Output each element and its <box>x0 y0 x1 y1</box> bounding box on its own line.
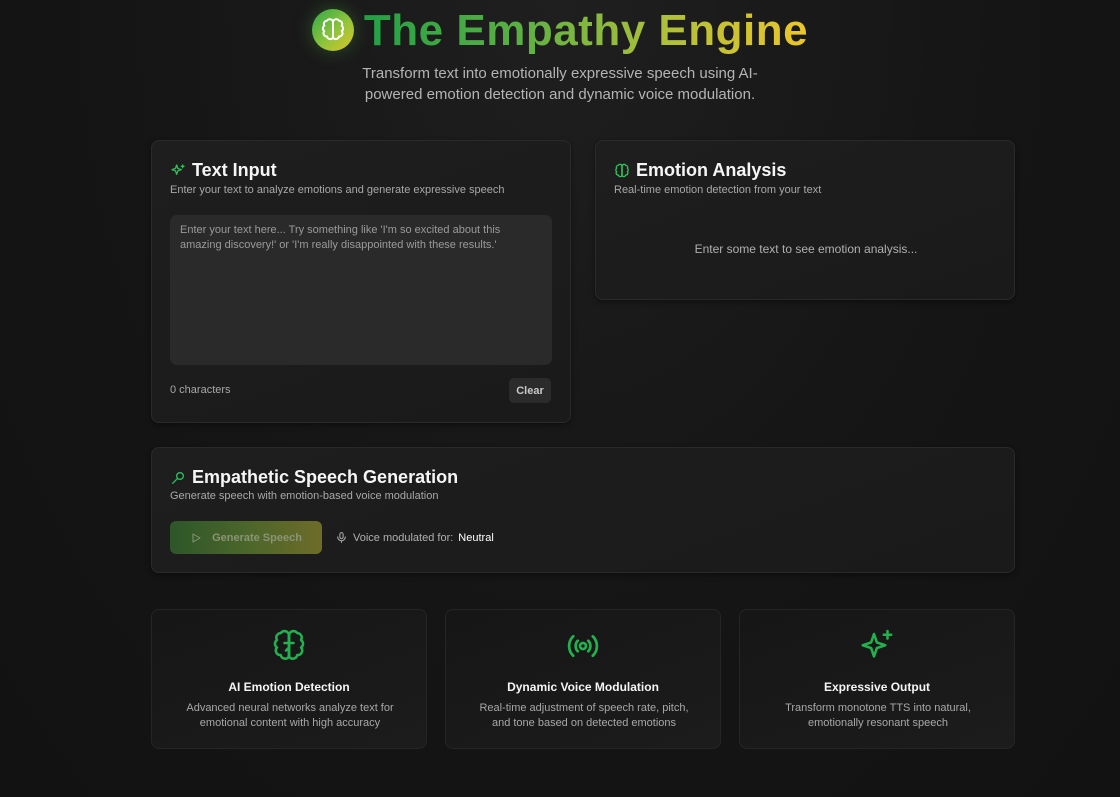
logo <box>311 9 354 51</box>
feature-card-voice-modulation: Dynamic Voice Modulation Real-time adjus… <box>445 609 721 749</box>
feature-description: Transform monotone TTS into natural, emo… <box>785 702 971 729</box>
character-count: 0 characters <box>170 384 231 396</box>
feature-title: Dynamic Voice Modulation <box>507 680 659 694</box>
speech-generation-card: Empathetic Speech Generation Generate sp… <box>151 447 1015 573</box>
emotion-analysis-description: Real-time emotion detection from your te… <box>614 184 822 196</box>
feature-card-expressive-output: Expressive Output Transform monotone TTS… <box>739 609 1015 749</box>
emotion-analysis-title: Emotion Analysis <box>614 160 786 181</box>
text-input-description: Enter your text to analyze emotions and … <box>170 184 505 196</box>
speech-generation-title: Empathetic Speech Generation <box>170 467 458 488</box>
emotion-analysis-title-label: Emotion Analysis <box>636 160 787 180</box>
microphone-icon <box>337 532 346 543</box>
voice-modulation-value: Neutral <box>458 531 494 544</box>
text-input-title: Text Input <box>170 160 277 181</box>
emotion-analysis-card: Emotion Analysis Real-time emotion detec… <box>595 140 1015 300</box>
feature-title: Expressive Output <box>823 680 931 694</box>
brain-icon <box>273 629 305 660</box>
mic-icon <box>172 471 184 484</box>
sparkles-icon <box>861 629 893 658</box>
title-row: The Empathy Engine <box>0 6 1120 54</box>
generate-speech-label: Generate Speech <box>212 531 302 544</box>
voice-modulation-label: Voice modulated for: <box>353 531 454 544</box>
emotion-analysis-empty-state: Enter some text to see emotion analysis.… <box>694 242 918 256</box>
page-title: The Empathy Engine <box>363 6 809 54</box>
clear-button[interactable]: Clear <box>509 378 551 403</box>
text-input-card: Text Input Enter your text to analyze em… <box>151 140 571 423</box>
feature-title: AI Emotion Detection <box>228 680 350 694</box>
page-subtitle: Transform text into emotionally expressi… <box>362 65 758 103</box>
speech-generation-description: Generate speech with emotion-based voice… <box>170 490 439 502</box>
speech-generation-title-label: Empathetic Speech Generation <box>192 467 459 487</box>
text-input-title-label: Text Input <box>192 160 277 180</box>
brain-icon <box>321 18 344 41</box>
feature-description: Advanced neural networks analyze text fo… <box>186 702 394 729</box>
radio-waves-icon <box>567 634 599 658</box>
feature-card-emotion-detection: AI Emotion Detection Advanced neural net… <box>151 609 427 749</box>
brain-icon <box>615 163 629 177</box>
generate-speech-button[interactable]: Generate Speech <box>170 521 322 554</box>
feature-description: Real-time adjustment of speech rate, pit… <box>479 702 689 729</box>
voice-modulation-status: Voice modulated for: Neutral <box>335 531 494 544</box>
play-icon <box>192 533 201 542</box>
text-input-field[interactable]: Enter your text here... Try something li… <box>170 215 552 365</box>
sparkles-icon <box>171 163 185 175</box>
